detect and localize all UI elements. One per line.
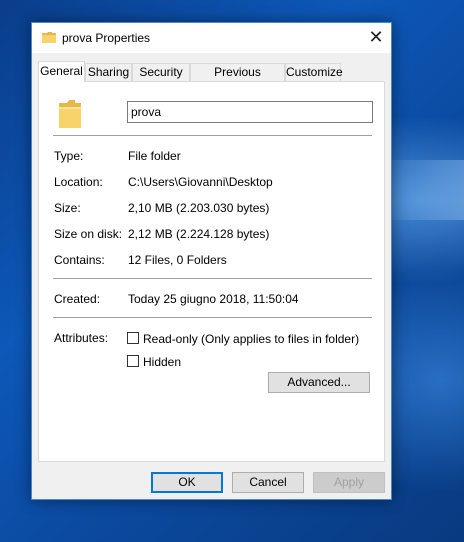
created-value: Today 25 giugno 2018, 11:50:04 — [128, 292, 299, 306]
created-label: Created: — [54, 292, 101, 306]
readonly-checkbox[interactable] — [127, 332, 139, 344]
tab-customize[interactable]: Customize — [285, 63, 343, 81]
folder-icon — [59, 100, 81, 128]
properties-dialog: prova Properties ✕ General Sharing Secur… — [31, 22, 392, 500]
apply-button[interactable]: Apply — [313, 472, 385, 493]
readonly-checkbox-label[interactable]: Read-only (Only applies to files in fold… — [143, 332, 359, 346]
type-label: Type: — [54, 149, 84, 163]
size-value: 2,10 MB (2.203.030 bytes) — [128, 201, 270, 215]
ok-button[interactable]: OK — [151, 472, 223, 493]
divider — [53, 278, 372, 279]
cancel-button[interactable]: Cancel — [232, 472, 304, 493]
general-tab-panel: Type: File folder Location: C:\Users\Gio… — [38, 81, 385, 462]
location-value: C:\Users\Giovanni\Desktop — [128, 175, 273, 189]
attributes-label: Attributes: — [54, 331, 109, 345]
hidden-checkbox-label[interactable]: Hidden — [143, 355, 181, 369]
size-label: Size: — [54, 201, 81, 215]
contains-value: 12 Files, 0 Folders — [128, 253, 227, 267]
close-button[interactable]: ✕ — [361, 23, 391, 53]
tab-security[interactable]: Security — [132, 63, 190, 81]
type-value: File folder — [128, 149, 181, 163]
advanced-button[interactable]: Advanced... — [268, 372, 370, 393]
hidden-checkbox[interactable] — [127, 355, 139, 367]
contains-label: Contains: — [54, 253, 105, 267]
divider — [53, 135, 372, 136]
close-icon: ✕ — [368, 27, 384, 47]
title-bar[interactable]: prova Properties ✕ — [32, 23, 391, 53]
folder-icon — [42, 32, 56, 43]
size-on-disk-label: Size on disk: — [54, 227, 123, 241]
size-on-disk-value: 2,12 MB (2.224.128 bytes) — [128, 227, 270, 241]
folder-name-input[interactable] — [127, 101, 373, 123]
tab-previous-versions[interactable]: Previous Versions — [190, 63, 285, 95]
tab-sharing[interactable]: Sharing — [85, 63, 132, 81]
location-label: Location: — [54, 175, 103, 189]
tab-general[interactable]: General — [38, 61, 85, 82]
divider — [53, 317, 372, 318]
window-title: prova Properties — [62, 31, 151, 45]
